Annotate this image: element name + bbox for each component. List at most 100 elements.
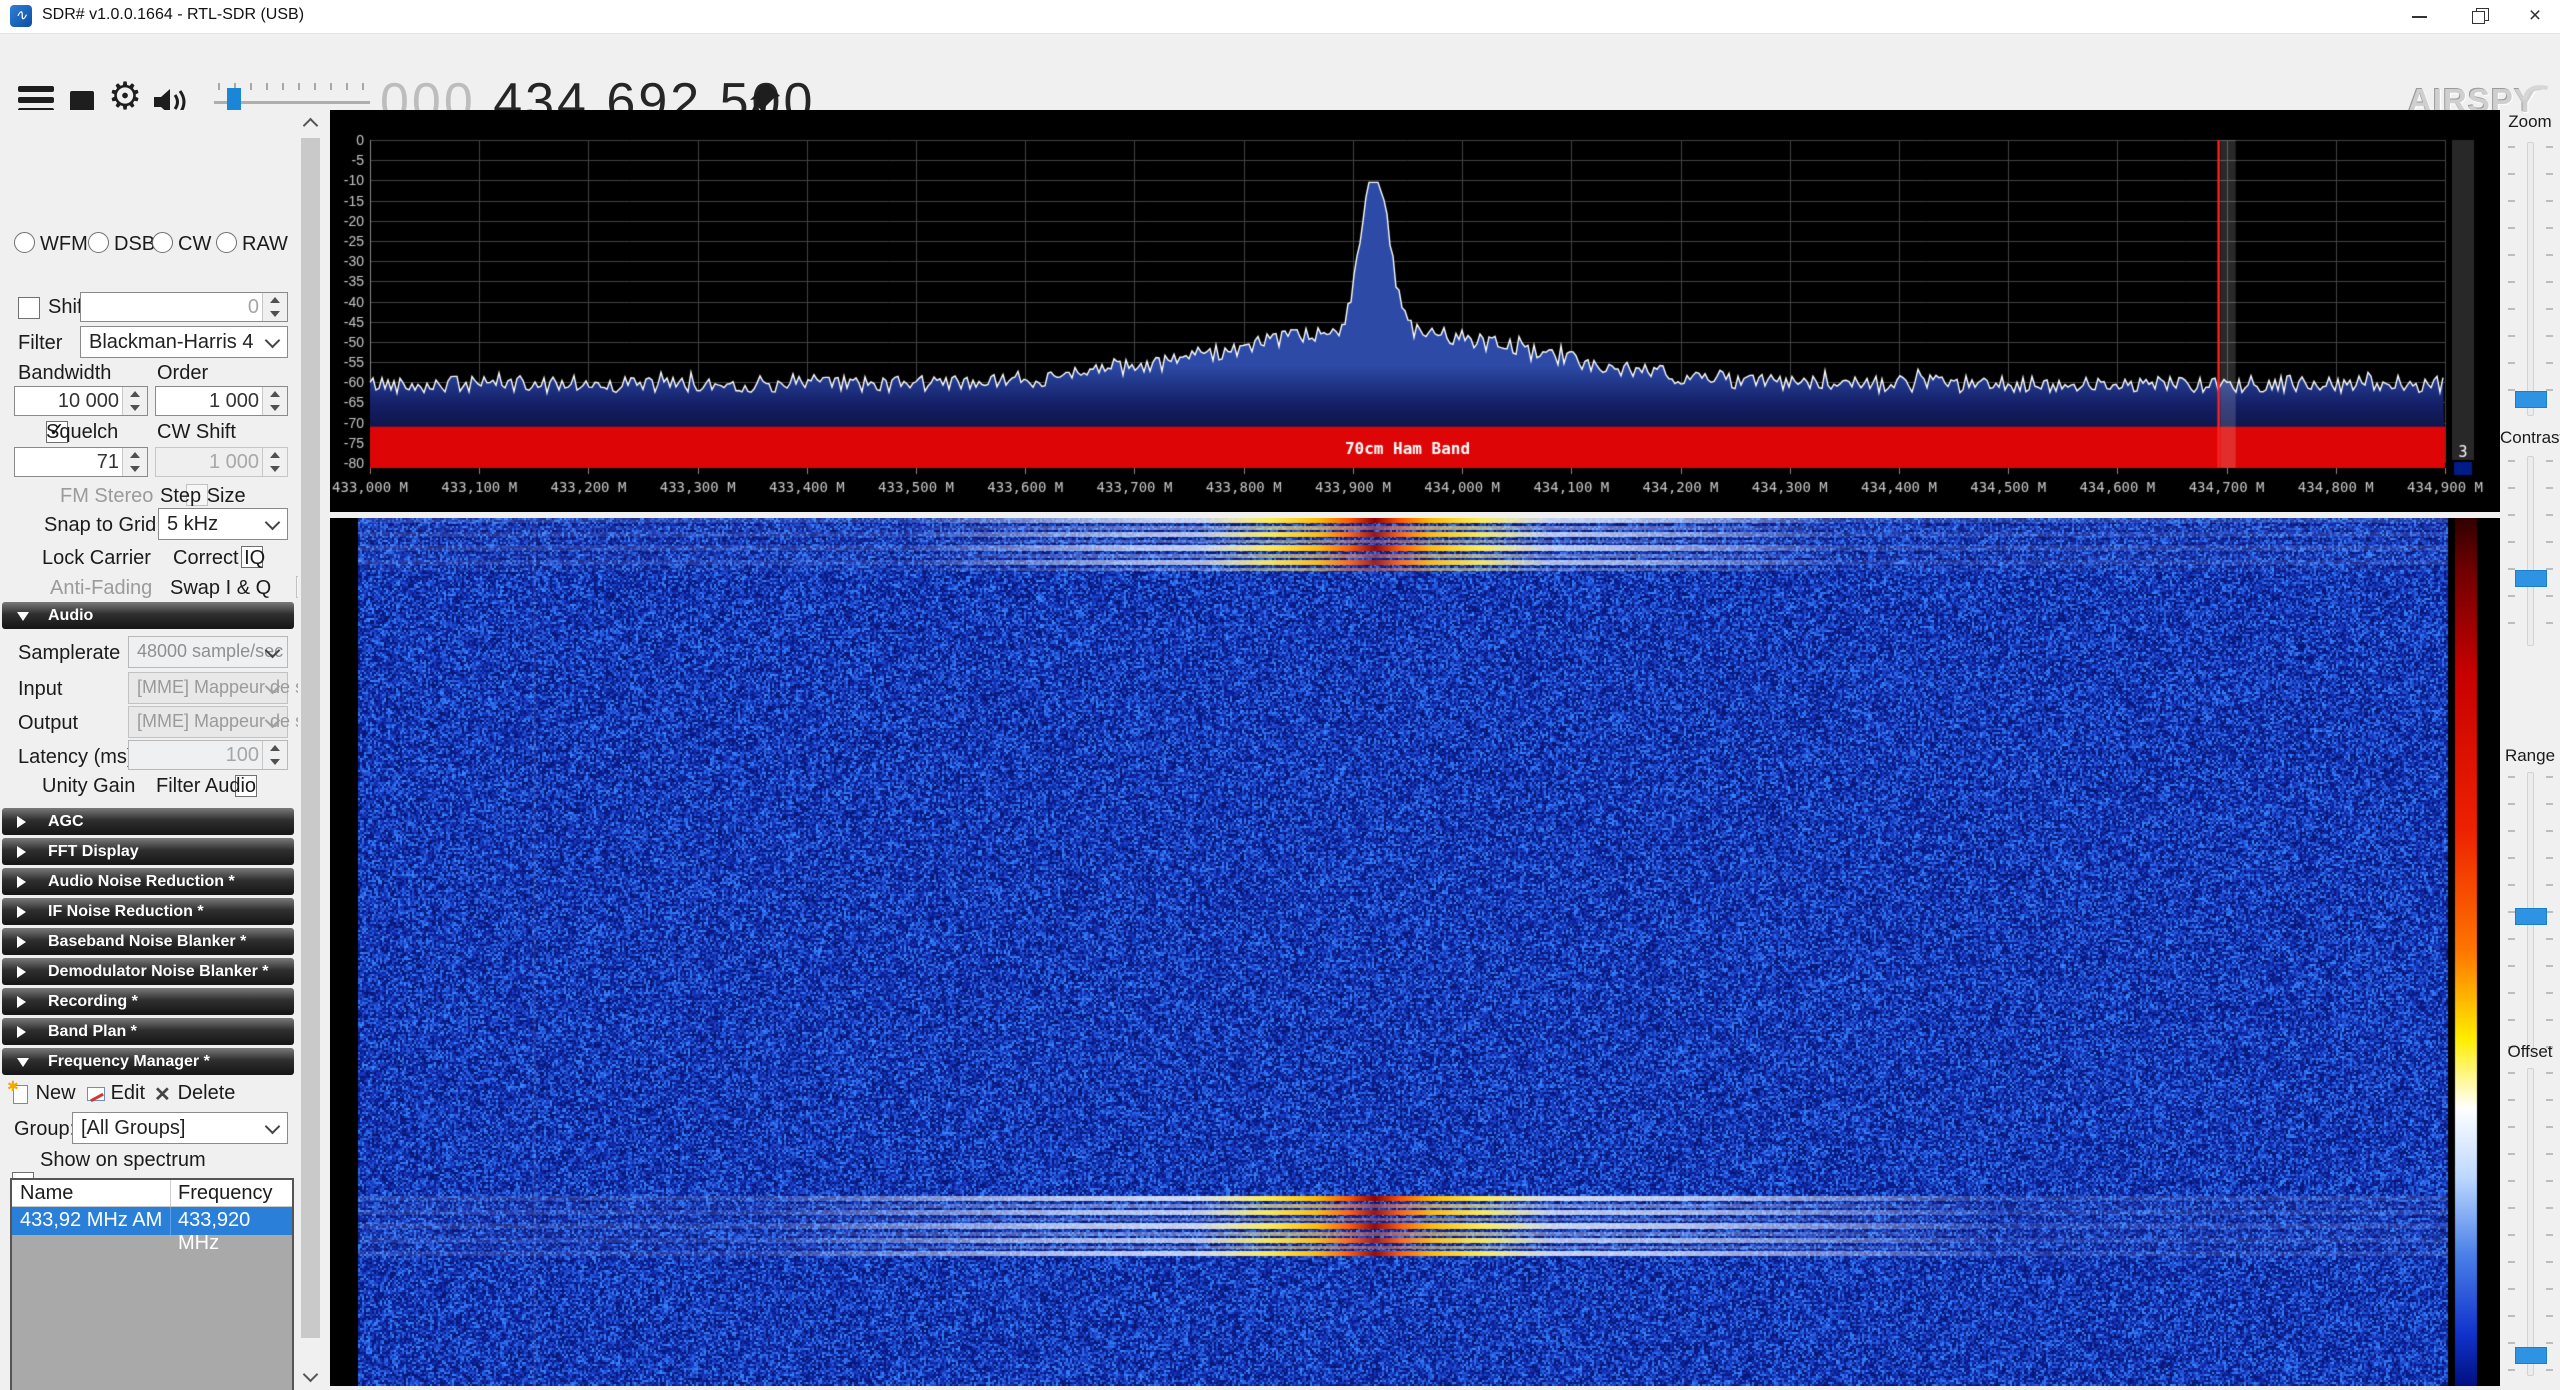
waterfall-display[interactable] [330, 518, 2500, 1386]
scroll-down-icon[interactable] [303, 1367, 319, 1383]
restore-button[interactable] [2448, 0, 2506, 33]
contrast-ticks [2508, 460, 2515, 644]
step-size-dropdown[interactable]: 5 kHz [158, 508, 288, 540]
left-panel-scrollbar[interactable] [298, 110, 323, 1390]
demodulator-panel: WFMDSBCWRAW Shift 0 Filter Blackman-Harr… [0, 110, 296, 1390]
offset-ticks [2508, 1072, 2515, 1374]
collapse-arrow-icon [17, 612, 29, 621]
audio-output-dropdown: [MME] Mappeur de so [128, 706, 288, 738]
order-input[interactable]: 1 000 [155, 386, 288, 416]
expand-arrow-icon [17, 966, 26, 978]
contrast-slider[interactable] [2527, 456, 2534, 646]
chevron-down-icon [265, 515, 281, 531]
app-icon: ∿ [10, 5, 32, 27]
offset-slider-label: Offset [2500, 1042, 2560, 1062]
edit-icon [85, 1084, 105, 1104]
mode-radio-cw[interactable] [152, 232, 173, 253]
range-slider-thumb[interactable] [2515, 908, 2547, 925]
close-button[interactable]: × [2506, 0, 2560, 33]
section-if-noise-reduction[interactable]: IF Noise Reduction * [2, 898, 294, 925]
fm-delete-button[interactable]: ✕ Delete [152, 1082, 235, 1105]
swap-iq-label: Swap I & Q [170, 577, 271, 600]
collapse-arrow-icon [17, 1058, 29, 1067]
shift-checkbox[interactable] [18, 297, 40, 319]
offset-slider-thumb[interactable] [2515, 1347, 2547, 1364]
mode-radio-raw[interactable] [216, 232, 237, 253]
scrollbar-thumb[interactable] [301, 138, 320, 1338]
display-controls-panel: Zoom Contrast Range Offset [2500, 110, 2560, 1390]
contrast-ticks [2546, 460, 2553, 644]
section-fft-display[interactable]: FFT Display [2, 838, 294, 865]
frequency-table[interactable]: Name Frequency 433,92 MHz AM433,920 MHz [10, 1178, 294, 1390]
fm-stereo-label: FM Stereo [60, 485, 153, 508]
range-ticks [2546, 776, 2553, 1054]
section-frequency-manager[interactable]: Frequency Manager * [2, 1048, 294, 1075]
lock-carrier-label: Lock Carrier [42, 547, 151, 570]
fm-new-button[interactable]: ✱ New [10, 1082, 76, 1105]
expand-arrow-icon [17, 816, 26, 828]
section-baseband-noise-blanker[interactable]: Baseband Noise Blanker * [2, 928, 294, 955]
group-dropdown[interactable]: [All Groups] [72, 1112, 288, 1144]
samplerate-dropdown[interactable]: 48000 sample/sec [128, 636, 288, 668]
order-label: Order [157, 362, 208, 385]
range-slider-label: Range [2500, 746, 2560, 766]
scroll-up-icon[interactable] [303, 118, 319, 134]
table-row[interactable]: 433,92 MHz AM433,920 MHz [12, 1207, 292, 1235]
table-header: Name Frequency [12, 1180, 292, 1207]
audio-input-dropdown: [MME] Mappeur de so [128, 672, 288, 704]
section-band-plan[interactable]: Band Plan * [2, 1018, 294, 1045]
zoom-slider-label: Zoom [2500, 112, 2560, 132]
mode-radio-wfm[interactable] [14, 232, 35, 253]
window-title: SDR# v1.0.0.1664 - RTL-SDR (USB) [42, 6, 304, 24]
section-audio[interactable]: Audio [2, 602, 294, 629]
filter-dropdown[interactable]: Blackman-Harris 4 [80, 326, 288, 358]
samplerate-label: Samplerate [18, 642, 120, 665]
filter-audio-label: Filter Audio [156, 775, 256, 798]
fm-edit-button[interactable]: Edit [85, 1082, 145, 1105]
titlebar: ∿ SDR# v1.0.0.1664 - RTL-SDR (USB) × [0, 0, 2560, 34]
latency-input[interactable]: 100 [128, 740, 288, 770]
waterfall-panel [330, 518, 2500, 1386]
snap-to-grid-label: Snap to Grid [44, 514, 156, 537]
contrast-slider-label: Contrast [2500, 428, 2560, 448]
filter-label: Filter [18, 332, 62, 355]
section-agc[interactable]: AGC [2, 808, 294, 835]
shift-input[interactable]: 0 [80, 292, 288, 322]
cw-shift-label: CW Shift [157, 421, 236, 444]
app-window: ∿ SDR# v1.0.0.1664 - RTL-SDR (USB) × ⚙ 0… [0, 0, 2560, 1390]
contrast-slider-thumb[interactable] [2515, 570, 2547, 587]
section-recording[interactable]: Recording * [2, 988, 294, 1015]
zoom-slider[interactable] [2527, 142, 2534, 416]
section-audio-noise-reduction[interactable]: Audio Noise Reduction * [2, 868, 294, 895]
minimize-button[interactable] [2390, 0, 2448, 33]
group-label: Group: [14, 1118, 75, 1141]
unity-gain-label: Unity Gain [42, 775, 135, 798]
zoom-ticks [2508, 146, 2515, 414]
range-ticks [2508, 776, 2515, 1054]
zoom-slider-thumb[interactable] [2515, 391, 2547, 408]
chevron-down-icon [265, 333, 281, 349]
zoom-ticks [2546, 146, 2553, 414]
mode-label-wfm: WFM [40, 233, 88, 256]
show-on-spectrum-label: Show on spectrum [40, 1149, 206, 1172]
anti-fading-label: Anti-Fading [50, 577, 152, 600]
expand-arrow-icon [17, 936, 26, 948]
cw-shift-input: 1 000 [155, 447, 288, 477]
shift-spinner[interactable] [262, 293, 287, 321]
toolbar: ⚙ 000.434.692.500 AIRSPY [0, 34, 2560, 110]
expand-arrow-icon [17, 906, 26, 918]
mode-radio-dsb[interactable] [88, 232, 109, 253]
section-demodulator-noise-blanker[interactable]: Demodulator Noise Blanker * [2, 958, 294, 985]
mode-label-raw: RAW [242, 233, 288, 256]
step-size-label: Step Size [160, 485, 246, 508]
squelch-input[interactable]: 71 [14, 447, 148, 477]
correct-iq-label: Correct IQ [173, 547, 265, 570]
spectrum-panel [330, 110, 2500, 512]
audio-input-label: Input [18, 678, 62, 701]
close-icon: × [2506, 0, 2560, 31]
spectrum-display[interactable] [330, 110, 2500, 512]
bandwidth-label: Bandwidth [18, 362, 111, 385]
chevron-down-icon [265, 1119, 281, 1135]
bandwidth-input[interactable]: 10 000 [14, 386, 148, 416]
offset-slider[interactable] [2527, 1068, 2534, 1376]
